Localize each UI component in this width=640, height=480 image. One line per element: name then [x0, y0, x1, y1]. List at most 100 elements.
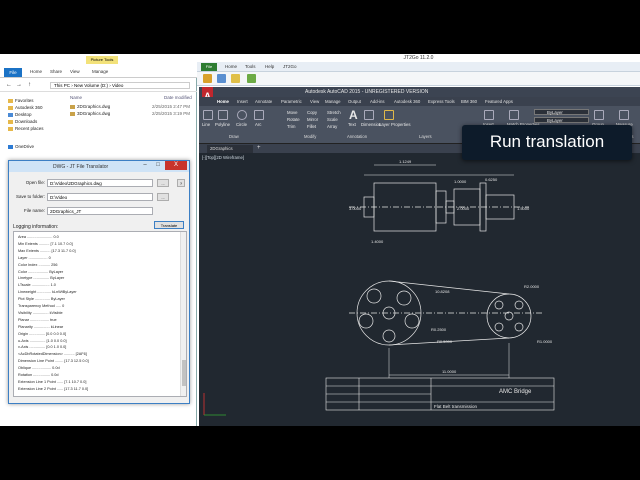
tab-bim-360[interactable]: BIM 360 — [461, 99, 477, 104]
open-folder-icon[interactable] — [203, 74, 212, 83]
explorer-share-tab[interactable]: Share — [50, 69, 62, 74]
translate-button[interactable]: Translate — [154, 221, 184, 229]
up-arrow-icon[interactable]: ↑ — [28, 82, 31, 88]
panel-modify[interactable]: Modify — [304, 134, 316, 139]
nav-desktop[interactable]: Desktop — [8, 112, 32, 117]
picture-tools-tab[interactable]: Picture Tools — [86, 56, 118, 64]
dim-h1: 3.0000 — [349, 206, 362, 211]
panel-layers[interactable]: Layers — [419, 134, 432, 139]
log-line: Visibility ............... kVisible — [18, 310, 63, 315]
back-arrow-icon[interactable]: ← — [6, 82, 12, 88]
explorer-view-tab[interactable]: View — [70, 69, 80, 74]
tab-express-tools[interactable]: Express Tools — [428, 99, 455, 104]
column-header-name[interactable]: Name — [70, 95, 82, 100]
group-icon[interactable] — [594, 110, 604, 120]
dim-d3: 0.6250 — [485, 177, 498, 182]
match-properties-icon[interactable] — [509, 110, 519, 120]
measure-icon[interactable] — [619, 110, 629, 120]
file-name-field[interactable]: 2DGraphics_JT — [47, 207, 153, 215]
new-tab-plus-icon[interactable]: + — [257, 145, 261, 151]
jt2go-jt2go-tab[interactable]: JT2Go — [283, 64, 297, 69]
arc-tool[interactable]: Arc — [255, 122, 261, 127]
scale-tool[interactable]: Scale — [327, 117, 338, 122]
open-help-button[interactable]: ? — [177, 179, 185, 187]
file-row[interactable]: 3DGraphics.dwg 2/25/2015 3:19 PM — [70, 111, 190, 116]
document-tab[interactable]: 2DGraphics — [207, 145, 253, 153]
line-tool[interactable]: Line — [202, 122, 210, 127]
polyline-tool[interactable]: Polyline — [215, 122, 230, 127]
maximize-button[interactable]: □ — [152, 161, 164, 170]
close-button[interactable]: X — [165, 161, 187, 170]
array-tool[interactable]: Array — [327, 124, 337, 129]
panel-annotation[interactable]: Annotation — [347, 134, 367, 139]
stretch-tool[interactable]: Stretch — [327, 110, 341, 115]
column-header-date[interactable]: Date modified — [164, 95, 192, 100]
jt2go-home-tab[interactable]: Home — [225, 64, 237, 69]
tab-home[interactable]: Home — [217, 99, 229, 104]
line-icon[interactable] — [203, 110, 213, 120]
nav-label: Desktop — [15, 112, 32, 117]
file-list: Name Date modified 2DGraphics.dwg 2/25/20… — [62, 92, 197, 152]
jt2go-file-tab[interactable]: File — [201, 63, 217, 71]
open-browse-button[interactable]: ... — [157, 179, 169, 187]
bylayer-color-dropdown[interactable]: ByLayer — [534, 109, 589, 115]
rotate-tool[interactable]: Rotate — [287, 117, 300, 122]
minimize-button[interactable]: – — [139, 161, 151, 170]
nav-autodesk-360[interactable]: Autodesk 360 — [8, 105, 43, 110]
copy-tool[interactable]: Copy — [307, 110, 317, 115]
scroll-thumb[interactable] — [182, 360, 186, 386]
mirror-tool[interactable]: Mirror — [307, 117, 318, 122]
desktop-icon — [8, 112, 13, 117]
circle-tool[interactable]: Circle — [236, 122, 247, 127]
explorer-manage-tab[interactable]: Manage — [92, 69, 108, 74]
address-bar[interactable]: This PC › New Volume (D:) › Video — [50, 82, 190, 89]
tab-autodesk-360[interactable]: Autodesk 360 — [394, 99, 420, 104]
nav-favorites[interactable]: Favorites — [8, 98, 34, 103]
explorer-file-tab[interactable]: File — [4, 68, 22, 77]
panel-draw[interactable]: Draw — [229, 134, 239, 139]
text-icon[interactable]: A — [349, 108, 358, 122]
tab-annotate[interactable]: Annotate — [255, 99, 272, 104]
nav-onedrive[interactable]: OneDrive — [8, 144, 34, 149]
explorer-home-tab[interactable]: Home — [30, 69, 42, 74]
layer-properties-icon[interactable] — [384, 110, 394, 120]
tab-view[interactable]: View — [310, 99, 319, 104]
layer-properties-tool[interactable]: Layer Properties — [379, 122, 411, 127]
dim-small-w: 1.4000 — [371, 239, 384, 244]
log-scrollbar[interactable] — [180, 232, 186, 396]
dim-r-big: R2.0000 — [524, 284, 540, 289]
save-icon[interactable] — [217, 74, 226, 83]
log-output[interactable]: Area ........................ 0.0 Min Ext… — [13, 231, 187, 397]
save-browse-button[interactable]: ... — [157, 193, 169, 201]
dimension-icon[interactable] — [364, 110, 374, 120]
caption-overlay: Run translation — [462, 125, 632, 160]
tab-featured-apps[interactable]: Featured Apps — [485, 99, 513, 104]
arc-icon[interactable] — [254, 110, 264, 120]
fillet-tool[interactable]: Fillet — [307, 124, 316, 129]
print-icon[interactable] — [231, 74, 240, 83]
file-row[interactable]: 2DGraphics.dwg 2/25/2015 2:47 PM — [70, 104, 190, 109]
text-tool[interactable]: Text — [348, 122, 356, 127]
tab-addins[interactable]: Add-ins — [370, 99, 385, 104]
drawing-canvas[interactable]: [-][Top][2D Wireframe] 10.8208 1.1249 1.… — [199, 153, 640, 426]
jt2go-help-tab[interactable]: Help — [265, 64, 274, 69]
tab-parametric[interactable]: Parametric — [281, 99, 302, 104]
polyline-icon[interactable] — [218, 110, 228, 120]
nav-downloads[interactable]: Downloads — [8, 119, 37, 124]
jt2go-tools-tab[interactable]: Tools — [245, 64, 256, 69]
save-folder-field[interactable]: D:\Video — [47, 193, 153, 201]
circle-icon[interactable] — [237, 110, 247, 120]
help-icon[interactable] — [247, 74, 256, 83]
tab-output[interactable]: Output — [348, 99, 361, 104]
nav-recent-places[interactable]: Recent places — [8, 126, 44, 131]
bylayer-linetype-dropdown[interactable]: ByLayer — [534, 117, 589, 123]
insert-icon[interactable] — [484, 110, 494, 120]
trim-tool[interactable]: Trim — [287, 124, 295, 129]
tab-manage[interactable]: Manage — [325, 99, 341, 104]
move-tool[interactable]: Move — [287, 110, 298, 115]
open-file-field[interactable]: D:\Video\2DGraphics.dwg — [47, 179, 153, 187]
forward-arrow-icon[interactable]: → — [16, 82, 22, 88]
tab-insert[interactable]: Insert — [237, 99, 248, 104]
company-name: AMC Bridge — [499, 389, 532, 395]
file-explorer-window: Picture Tools File Home Share View Manag… — [0, 54, 197, 426]
